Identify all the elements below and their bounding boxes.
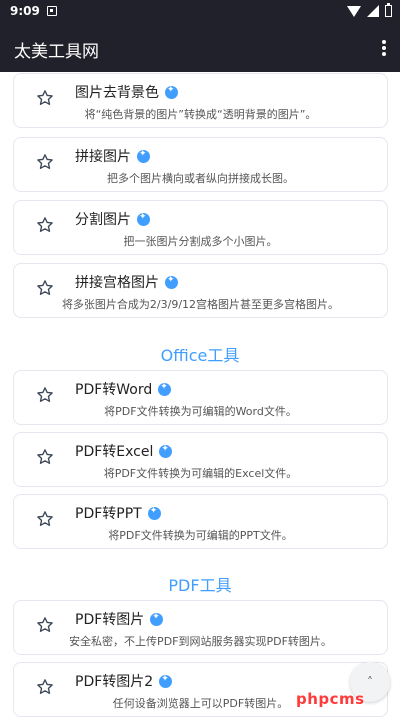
- star-icon[interactable]: [36, 386, 54, 404]
- star-icon[interactable]: [36, 89, 54, 107]
- tool-card-title-text: PDF转Word: [75, 382, 153, 398]
- star-icon[interactable]: [36, 216, 54, 234]
- tool-card-desc: 将“纯色背景的图片”转换成“透明背景的图片”。: [84, 108, 317, 121]
- tool-card-title: 图片去背景色: [75, 82, 178, 102]
- tool-card-desc: 把多个图片横向或者纵向拼接成长图。: [107, 172, 294, 185]
- tool-card[interactable]: 图片去背景色 将“纯色背景的图片”转换成“透明背景的图片”。: [13, 73, 388, 128]
- notification-icon: [47, 6, 57, 16]
- star-icon[interactable]: [36, 448, 54, 466]
- badge-icon: [159, 444, 173, 458]
- tool-card-title-text: PDF转Excel: [75, 444, 154, 460]
- tool-card-title-text: PDF转图片2: [75, 674, 154, 690]
- menu-dot: [382, 52, 386, 56]
- watermark: phpcms: [296, 690, 365, 708]
- tool-card-desc: 将PDF文件转换为可编辑的PPT文件。: [108, 529, 293, 542]
- tool-card-title: 拼接图片: [75, 146, 150, 166]
- star-icon[interactable]: [36, 616, 54, 634]
- tool-card[interactable]: PDF转PPT 将PDF文件转换为可编辑的PPT文件。: [13, 494, 388, 549]
- tool-card-title: 拼接宫格图片: [75, 272, 178, 292]
- tool-card[interactable]: PDF转图片 安全私密，不上传PDF到网站服务器实现PDF转图片。: [13, 600, 388, 655]
- tool-card-title-text: PDF转图片: [75, 612, 145, 628]
- tool-card[interactable]: 分割图片 把一张图片分割成多个小图片。: [13, 200, 388, 255]
- badge-icon: [137, 149, 150, 163]
- tool-card[interactable]: PDF转Excel 将PDF文件转换为可编辑的Excel文件。: [13, 432, 388, 487]
- star-icon[interactable]: [36, 153, 54, 171]
- chevron-up-icon: ˄: [367, 675, 373, 689]
- menu-dot: [382, 46, 386, 50]
- tool-card-title-text: 图片去背景色: [75, 85, 159, 101]
- tool-card-title: PDF转图片2: [75, 671, 173, 691]
- tool-card-desc: 将多张图片合成为2/3/9/12宫格图片甚至更多宫格图片。: [61, 298, 340, 311]
- more-vert-icon[interactable]: [382, 40, 386, 56]
- tool-card-title: PDF转PPT: [75, 503, 161, 523]
- badge-icon: [159, 674, 173, 688]
- tool-card[interactable]: PDF转Word 将PDF文件转换为可编辑的Word文件。: [13, 370, 388, 425]
- wifi-icon: [347, 5, 361, 17]
- tool-card-title-text: 拼接宫格图片: [75, 275, 159, 291]
- star-icon[interactable]: [36, 279, 54, 297]
- tool-card[interactable]: 拼接宫格图片 将多张图片合成为2/3/9/12宫格图片甚至更多宫格图片。: [13, 263, 388, 318]
- tool-card-title: PDF转Word: [75, 379, 172, 399]
- tool-card-title: 分割图片: [75, 209, 150, 229]
- status-icons: [347, 3, 392, 17]
- app-bar: 太美工具网: [0, 24, 400, 72]
- tool-card-desc: 把一张图片分割成多个小图片。: [123, 235, 278, 248]
- section-title-pdf: PDF工具: [168, 576, 232, 595]
- tool-card-title-text: 拼接图片: [75, 149, 131, 165]
- badge-icon: [150, 612, 164, 626]
- badge-icon: [165, 275, 178, 289]
- badge-icon: [158, 382, 172, 396]
- tool-card-title: PDF转图片: [75, 609, 164, 629]
- tool-card-title-text: 分割图片: [75, 212, 131, 228]
- star-icon[interactable]: [36, 510, 54, 528]
- status-time: 9:09: [10, 4, 40, 18]
- section-title-office: Office工具: [160, 346, 240, 365]
- tool-card-title-text: PDF转PPT: [75, 506, 142, 522]
- signal-icon: [367, 5, 379, 17]
- tool-list[interactable]: 图片去背景色 将“纯色背景的图片”转换成“透明背景的图片”。 拼接图片 把多个图…: [0, 72, 400, 717]
- status-bar: 9:09: [0, 0, 400, 24]
- tool-card[interactable]: 拼接图片 把多个图片横向或者纵向拼接成长图。: [13, 137, 388, 192]
- menu-dot: [382, 40, 386, 44]
- badge-icon: [147, 506, 161, 520]
- badge-icon: [165, 85, 178, 99]
- tool-card-desc: 将PDF文件转换为可编辑的Word文件。: [104, 405, 297, 418]
- battery-icon: [385, 3, 392, 17]
- star-icon[interactable]: [36, 678, 54, 696]
- tool-card-desc: 将PDF文件转换为可编辑的Excel文件。: [103, 467, 298, 480]
- badge-icon: [137, 212, 150, 226]
- tool-card-title: PDF转Excel: [75, 441, 173, 461]
- tool-card-desc: 安全私密，不上传PDF到网站服务器实现PDF转图片。: [69, 635, 332, 648]
- app-title: 太美工具网: [14, 42, 99, 62]
